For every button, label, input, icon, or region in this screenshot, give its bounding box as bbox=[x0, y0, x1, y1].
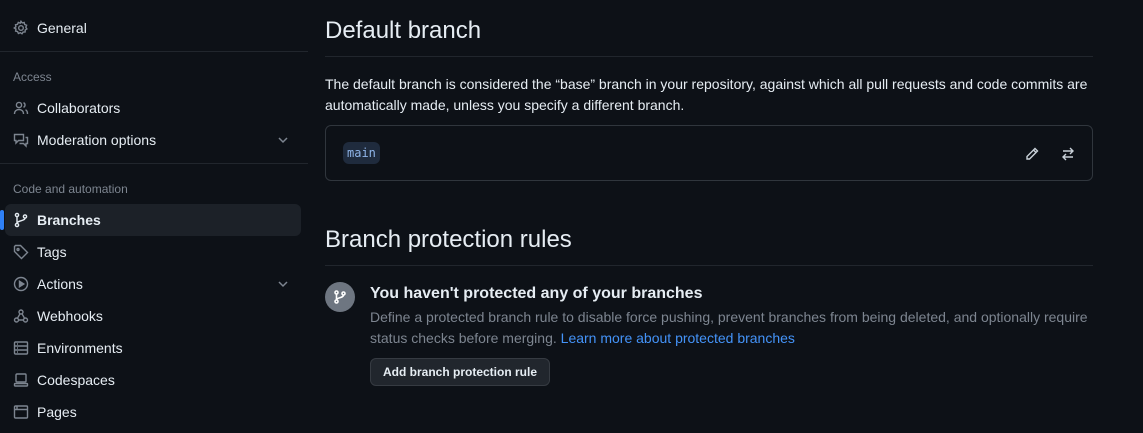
sidebar-item-label: Moderation options bbox=[37, 132, 157, 148]
webhook-icon bbox=[13, 308, 29, 324]
browser-icon bbox=[13, 404, 29, 420]
heading-divider bbox=[325, 56, 1093, 57]
branch-protection-heading: Branch protection rules bbox=[325, 226, 572, 253]
learn-more-link[interactable]: Learn more about protected branches bbox=[561, 330, 795, 346]
play-icon bbox=[13, 276, 29, 292]
sidebar-item-label: Codespaces bbox=[37, 372, 115, 388]
chevron-down-icon[interactable] bbox=[275, 132, 291, 148]
branch-name-label: main bbox=[343, 142, 380, 164]
git-branch-icon bbox=[325, 282, 355, 312]
settings-sidebar: General Access Collaborators Moderation … bbox=[0, 0, 308, 433]
sidebar-item-label: General bbox=[37, 20, 87, 36]
gear-icon bbox=[13, 20, 29, 36]
sidebar-item-label: Pages bbox=[37, 404, 77, 420]
server-icon bbox=[13, 340, 29, 356]
arrow-switch-icon[interactable] bbox=[1057, 143, 1079, 165]
tag-icon bbox=[13, 244, 29, 260]
sidebar-item-actions[interactable]: Actions bbox=[5, 268, 301, 300]
people-icon bbox=[13, 100, 29, 116]
add-branch-protection-rule-button[interactable]: Add branch protection rule bbox=[370, 358, 551, 386]
empty-state-description: Define a protected branch rule to disabl… bbox=[370, 307, 1093, 349]
sidebar-item-tags[interactable]: Tags bbox=[5, 236, 301, 268]
sidebar-item-environments[interactable]: Environments bbox=[5, 332, 301, 364]
sidebar-item-webhooks[interactable]: Webhooks bbox=[5, 300, 301, 332]
section-label-access: Access bbox=[13, 70, 52, 84]
sidebar-divider bbox=[0, 51, 308, 52]
sidebar-item-pages[interactable]: Pages bbox=[5, 396, 301, 428]
sidebar-item-collaborators[interactable]: Collaborators bbox=[5, 92, 301, 124]
sidebar-item-branches[interactable]: Branches bbox=[0, 204, 301, 236]
comment-discussion-icon bbox=[13, 132, 29, 148]
sidebar-item-label: Actions bbox=[37, 276, 83, 292]
git-branch-icon bbox=[13, 212, 29, 228]
sidebar-item-label: Tags bbox=[37, 244, 67, 260]
sidebar-item-general[interactable]: General bbox=[5, 12, 301, 44]
sidebar-item-codespaces[interactable]: Codespaces bbox=[5, 364, 301, 396]
sidebar-item-label: Webhooks bbox=[37, 308, 103, 324]
default-branch-description: The default branch is considered the “ba… bbox=[325, 76, 1088, 113]
heading-divider bbox=[325, 265, 1093, 266]
sidebar-item-label: Branches bbox=[37, 212, 101, 228]
sidebar-item-label: Collaborators bbox=[37, 100, 121, 116]
empty-state-title: You haven't protected any of your branch… bbox=[370, 285, 703, 302]
default-branch-box: main bbox=[325, 125, 1093, 181]
sidebar-divider bbox=[0, 163, 308, 164]
settings-main: Default branch The default branch is con… bbox=[325, 0, 1093, 433]
sidebar-item-label: Environments bbox=[37, 340, 123, 356]
default-branch-heading: Default branch bbox=[325, 17, 482, 44]
sidebar-item-moderation[interactable]: Moderation options bbox=[5, 124, 301, 156]
codespaces-icon bbox=[13, 372, 29, 388]
chevron-down-icon[interactable] bbox=[275, 276, 291, 292]
section-label-code: Code and automation bbox=[13, 182, 128, 196]
pencil-icon[interactable] bbox=[1021, 143, 1043, 165]
